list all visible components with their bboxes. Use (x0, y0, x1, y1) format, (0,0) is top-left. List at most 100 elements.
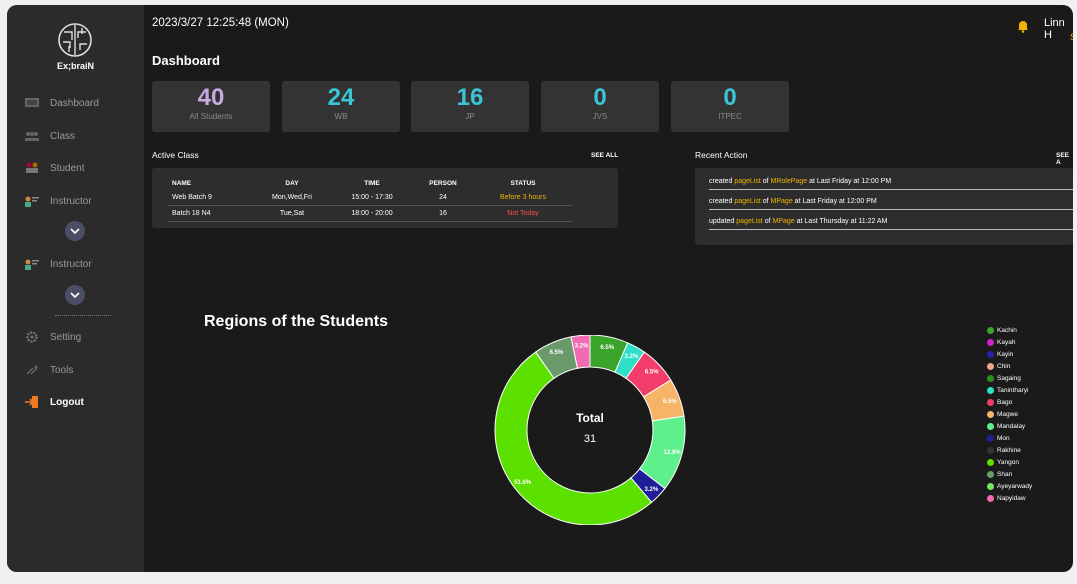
action-verb: created (709, 178, 733, 185)
sidebar-item-instructor-2[interactable]: Instructor (25, 254, 92, 274)
donut-center-value: 31 (584, 433, 596, 445)
legend-label: Rakhine (997, 446, 1021, 454)
legend-label: Kayin (997, 350, 1014, 358)
legend-label: Sagaing (997, 374, 1021, 382)
sidebar-item-tools[interactable]: Tools (25, 360, 73, 380)
bell-icon[interactable] (1016, 19, 1030, 33)
recent-action-title: Recent Action (695, 150, 748, 160)
legend-item-yangon[interactable]: Yangon (987, 456, 1032, 468)
sidebar-item-instructor[interactable]: Instructor (25, 191, 92, 211)
table-row[interactable]: Web Batch 9 Mon,Wed,Fri 15:00 - 17:30 24… (168, 190, 572, 206)
legend-item-mon[interactable]: Mon (987, 432, 1032, 444)
action-item[interactable]: pageList (734, 178, 760, 185)
stat-value: 24 (327, 84, 355, 111)
legend-item-chin[interactable]: Chin (987, 360, 1032, 372)
legend-swatch (987, 326, 994, 334)
legend-item-ayeyarwady[interactable]: Ayeyarwady (987, 480, 1032, 492)
action-of: of (762, 198, 769, 205)
action-target[interactable]: MPage (771, 198, 793, 205)
legend-swatch (987, 410, 994, 418)
active-class-see-all-link[interactable]: SEE ALL (591, 152, 618, 159)
sidebar-item-label: Tools (50, 364, 74, 376)
column-header: PERSON (429, 179, 457, 187)
action-item[interactable]: pageList (736, 218, 762, 225)
class-time: 15:00 - 17:30 (332, 190, 412, 206)
action-item[interactable]: pageList (734, 198, 760, 205)
action-target[interactable]: MRolePage (771, 178, 808, 185)
column-header: TIME (364, 179, 380, 187)
legend-label: Kachin (997, 326, 1017, 334)
stat-value: 0 (593, 84, 607, 111)
column-header: DAY (285, 179, 299, 187)
sidebar-item-logout[interactable]: Logout (25, 392, 84, 412)
recent-action-panel: created pageList of MRolePage at Last Fr… (695, 168, 1073, 245)
legend-swatch (987, 338, 994, 346)
stat-card-jvs[interactable]: 0 JVS (541, 81, 659, 132)
chevron-down-icon (70, 228, 80, 234)
stat-card-wb[interactable]: 24 WB (282, 81, 400, 132)
legend-item-kayah[interactable]: Kayah (987, 336, 1032, 348)
stat-card-jp[interactable]: 16 JP (411, 81, 529, 132)
user-name[interactable]: Linn H (1044, 17, 1073, 41)
stat-label: JVS (592, 112, 608, 121)
legend-item-rakhine[interactable]: Rakhine (987, 444, 1032, 456)
legend-item-mandalay[interactable]: Mandalay (987, 420, 1032, 432)
donut-slice-label: 3.2% (575, 343, 589, 349)
action-of: of (764, 218, 771, 225)
table-header-row: NAME DAY TIME PERSON STATUS (168, 176, 572, 190)
class-person: 24 (412, 190, 474, 206)
legend-swatch (987, 458, 994, 466)
legend-swatch (987, 470, 994, 478)
recent-action-see-all-link[interactable]: SEE A (1056, 152, 1073, 166)
donut-slice-label: 6.5% (600, 345, 614, 351)
legend-label: Mandalay (997, 422, 1026, 430)
legend-item-kayin[interactable]: Kayin (987, 348, 1032, 360)
stat-card-itpec[interactable]: 0 ITPEC (671, 81, 789, 132)
sidebar-item-label: Class (50, 130, 76, 142)
recent-action-row: created pageList of MRolePage at Last Fr… (709, 178, 1073, 190)
brain-logo-icon (58, 23, 92, 57)
sidebar-item-dashboard[interactable]: Dashboard (25, 93, 99, 113)
regions-donut-chart: 6.5% 3.2% 6.5% 6.5% 12.9% 3.2% 51.6% 6.5% 3.2% T… (494, 335, 686, 525)
legend-item-kachin[interactable]: Kachin (987, 324, 1032, 336)
legend-label: Ayeyarwady (997, 482, 1033, 490)
legend-label: Yangon (997, 458, 1019, 466)
donut-slice-label: 6.5% (550, 350, 564, 356)
legend-label: Bago (997, 398, 1013, 406)
legend-item-bago[interactable]: Bago (987, 396, 1032, 408)
expand-button-2[interactable] (65, 285, 85, 305)
sidebar-item-setting[interactable]: Setting (25, 327, 81, 347)
legend-swatch (987, 350, 994, 358)
chart-legend: Kachin Kayah Kayin Chin Sagaing Tanintharyi Ba… (987, 324, 1032, 504)
donut-slice-label: 6.5% (663, 399, 677, 405)
legend-item-sagaing[interactable]: Sagaing (987, 372, 1032, 384)
expand-button[interactable] (65, 221, 85, 241)
sidebar-item-label: Instructor (50, 195, 92, 207)
action-target[interactable]: MPage (772, 218, 794, 225)
donut-slice-label: 3.2% (645, 487, 659, 493)
legend-item-magwe[interactable]: Magwe (987, 408, 1032, 420)
legend-swatch (987, 386, 994, 394)
legend-swatch (987, 494, 994, 502)
table-row[interactable]: Batch 18 N4 Tue,Sat 18:00 - 20:00 16 Not… (168, 205, 572, 222)
stat-card-all-students[interactable]: 40 All Students (152, 81, 270, 132)
legend-swatch (987, 374, 994, 382)
instructor-icon (25, 259, 39, 270)
donut-slice-label: 51.6% (514, 480, 532, 486)
legend-item-shan[interactable]: Shan (987, 468, 1032, 480)
column-header: STATUS (510, 179, 536, 187)
page-title: Dashboard (152, 53, 220, 68)
logout-icon (25, 396, 38, 408)
legend-item-tanintharyi[interactable]: Tanintharyi (987, 384, 1032, 396)
sidebar-item-label: Setting (50, 331, 82, 343)
sidebar-item-class[interactable]: Class (25, 126, 75, 146)
sidebar-item-student[interactable]: Student (25, 158, 84, 178)
stat-value: 0 (723, 84, 737, 111)
main-content: 2023/3/27 12:25:48 (MON) Linn H S Dashbo… (144, 5, 1073, 572)
active-class-panel: NAME DAY TIME PERSON STATUS Web Batch 9 … (152, 168, 618, 228)
donut-center-label: Total (576, 411, 604, 425)
legend-swatch (987, 446, 994, 454)
legend-item-napyidaw[interactable]: Napyidaw (987, 492, 1032, 504)
class-icon (25, 132, 39, 141)
recent-action-row: created pageList of MPage at Last Friday… (709, 198, 1073, 210)
